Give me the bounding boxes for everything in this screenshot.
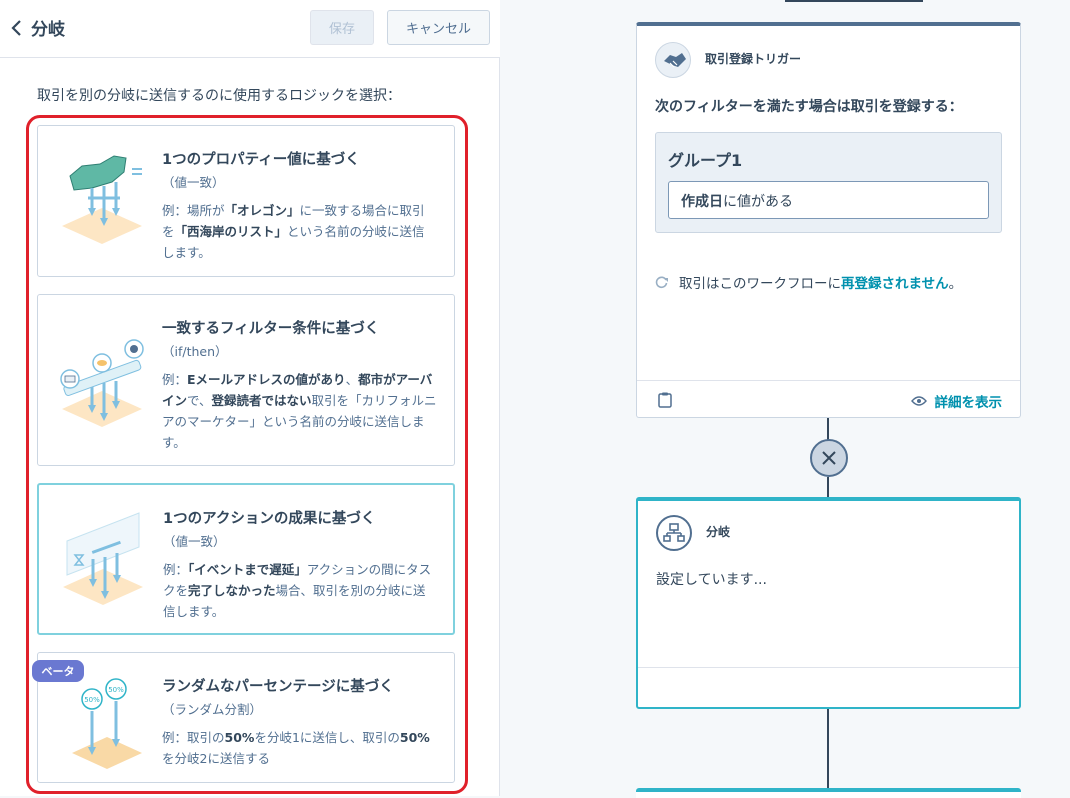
- connector-line: [785, 0, 923, 2]
- option-subtitle: （if/then）: [162, 344, 228, 359]
- view-details-link[interactable]: 詳細を表示: [910, 391, 1002, 411]
- reenrollment-status: 取引はこのワークフローに 再登録されません。: [655, 272, 962, 292]
- filter-branch-illustration: [60, 339, 144, 427]
- trigger-card[interactable]: 取引登録トリガー 次のフィルターを満たす場合は取引を登録する： グループ1 作成…: [636, 22, 1021, 418]
- trigger-title: 取引登録トリガー: [705, 52, 802, 66]
- eye-icon: [910, 396, 927, 406]
- filter-condition[interactable]: 作成日に値がある: [668, 181, 989, 219]
- option-description: 例：Eメールアドレスの値があり、都市がアーバインで、登録読者ではない取引を「カリ…: [162, 372, 437, 450]
- option-action-outcome[interactable]: 1つのアクションの成果に基づく （値一致） 例：「イベントまで遅延」アクションの…: [37, 483, 455, 635]
- branch-icon: [656, 515, 692, 551]
- save-button[interactable]: 保存: [310, 10, 374, 45]
- connector-line: [827, 709, 829, 789]
- option-subtitle: （値一致）: [162, 175, 225, 190]
- next-action-card[interactable]: [636, 788, 1021, 798]
- filter-group: グループ1 作成日に値がある: [655, 132, 1002, 233]
- svg-text:50%: 50%: [84, 696, 100, 704]
- instruction-text: 取引を別の分岐に送信するのに使用するロジックを選択：: [37, 88, 401, 104]
- option-description: 例：取引の50%を分岐1に送信し、取引の50%を分岐2に送信する: [162, 730, 430, 766]
- panel-header: 分岐 保存 キャンセル: [0, 0, 500, 58]
- clipboard-icon[interactable]: [658, 392, 672, 408]
- option-title: 一致するフィルター条件に基づく: [162, 321, 380, 337]
- reenroll-link[interactable]: 再登録されません: [841, 272, 949, 292]
- action-branch-illustration: [63, 512, 143, 605]
- option-title: 1つのプロパティー値に基づく: [162, 152, 360, 168]
- option-filter-criteria[interactable]: 一致するフィルター条件に基づく （if/then） 例：Eメールアドレスの値があ…: [37, 294, 455, 466]
- trigger-footer: 詳細を表示: [637, 380, 1020, 418]
- group-title: グループ1: [668, 151, 743, 170]
- option-random-percentage[interactable]: 50% 50% ランダムなパーセンテージに基づく （ランダム分割） 例：取引の5…: [37, 652, 455, 783]
- cancel-button[interactable]: キャンセル: [387, 10, 490, 45]
- option-description: 例：「イベントまで遅延」アクションの間にタスクを完了しなかった場合、取引を別の分…: [163, 562, 432, 619]
- panel-title: 分岐: [31, 20, 65, 40]
- chevron-left-icon[interactable]: [10, 18, 24, 38]
- connector-line: [827, 418, 829, 440]
- map-branch-illustration: [62, 155, 142, 244]
- connector-line: [827, 477, 829, 498]
- option-property-value[interactable]: 1つのプロパティー値に基づく （値一致） 例：場所が「オレゴン」に一致する場合に…: [37, 125, 455, 277]
- option-title: 1つのアクションの成果に基づく: [163, 511, 376, 527]
- option-description: 例：場所が「オレゴン」に一致する場合に取引を「西海岸のリスト」という名前の分岐に…: [162, 203, 425, 260]
- branch-title: 分岐: [706, 525, 731, 539]
- refresh-icon: [655, 276, 668, 289]
- option-subtitle: （ランダム分割）: [162, 702, 263, 717]
- svg-text:50%: 50%: [108, 686, 124, 694]
- branch-divider: [638, 667, 1019, 668]
- filter-heading: 次のフィルターを満たす場合は取引を登録する：: [655, 99, 963, 115]
- handshake-icon: [655, 42, 691, 78]
- option-subtitle: （値一致）: [163, 534, 226, 549]
- branch-status: 設定しています...: [656, 572, 767, 588]
- delete-action-button[interactable]: [810, 439, 848, 477]
- close-icon: [822, 451, 836, 465]
- option-title: ランダムなパーセンテージに基づく: [162, 679, 394, 695]
- branch-card[interactable]: 分岐 設定しています...: [636, 497, 1021, 709]
- beta-badge: ベータ: [32, 660, 84, 682]
